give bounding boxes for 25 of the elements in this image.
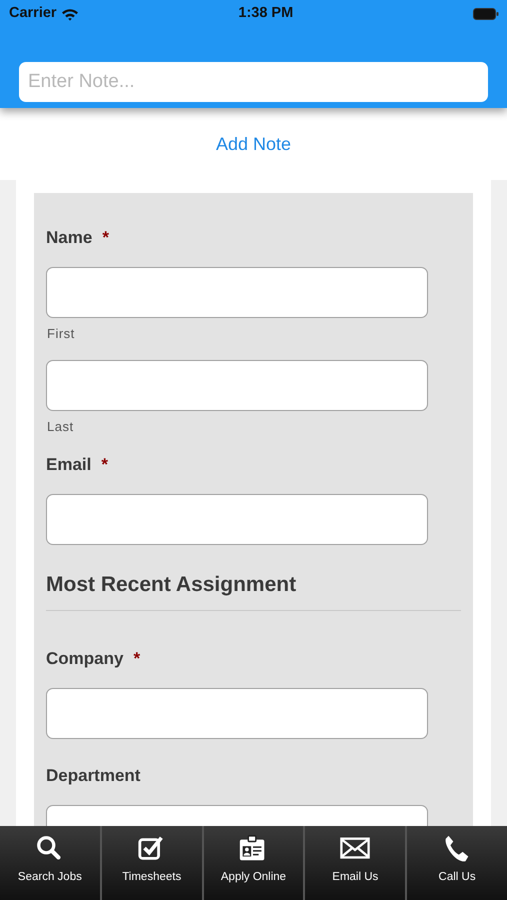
required-mark: * [101,455,108,474]
section-heading: Most Recent Assignment [46,570,461,611]
text-field[interactable] [46,267,428,318]
field-sublabel: Last [47,419,75,435]
carrier-name: Carrier [9,4,57,24]
tab-bar-item[interactable]: Timesheets [100,826,202,900]
tab-bar-item[interactable]: Call Us [405,826,507,900]
tab-bar-item[interactable]: Search Jobs [0,826,100,900]
status-time: 1:38 PM [238,4,294,24]
field-sublabel: First [47,326,76,342]
tab-bar-item[interactable]: Email Us [303,826,406,900]
field-label: Company [46,649,124,668]
field-label: Department [46,766,140,785]
required-mark: * [133,649,140,668]
text-field[interactable] [46,688,428,739]
battery-icon [473,8,499,20]
wifi-icon [60,8,79,20]
text-field[interactable] [46,494,428,545]
text-field[interactable] [46,360,428,411]
field-label: Email [46,455,92,474]
add-note-button[interactable]: Add Note [210,128,298,160]
tab-bar-item[interactable]: Apply Online [202,826,304,900]
required-mark: * [102,228,109,247]
note-input[interactable]: Enter Note... [19,62,488,102]
field-label: Name [46,228,92,247]
